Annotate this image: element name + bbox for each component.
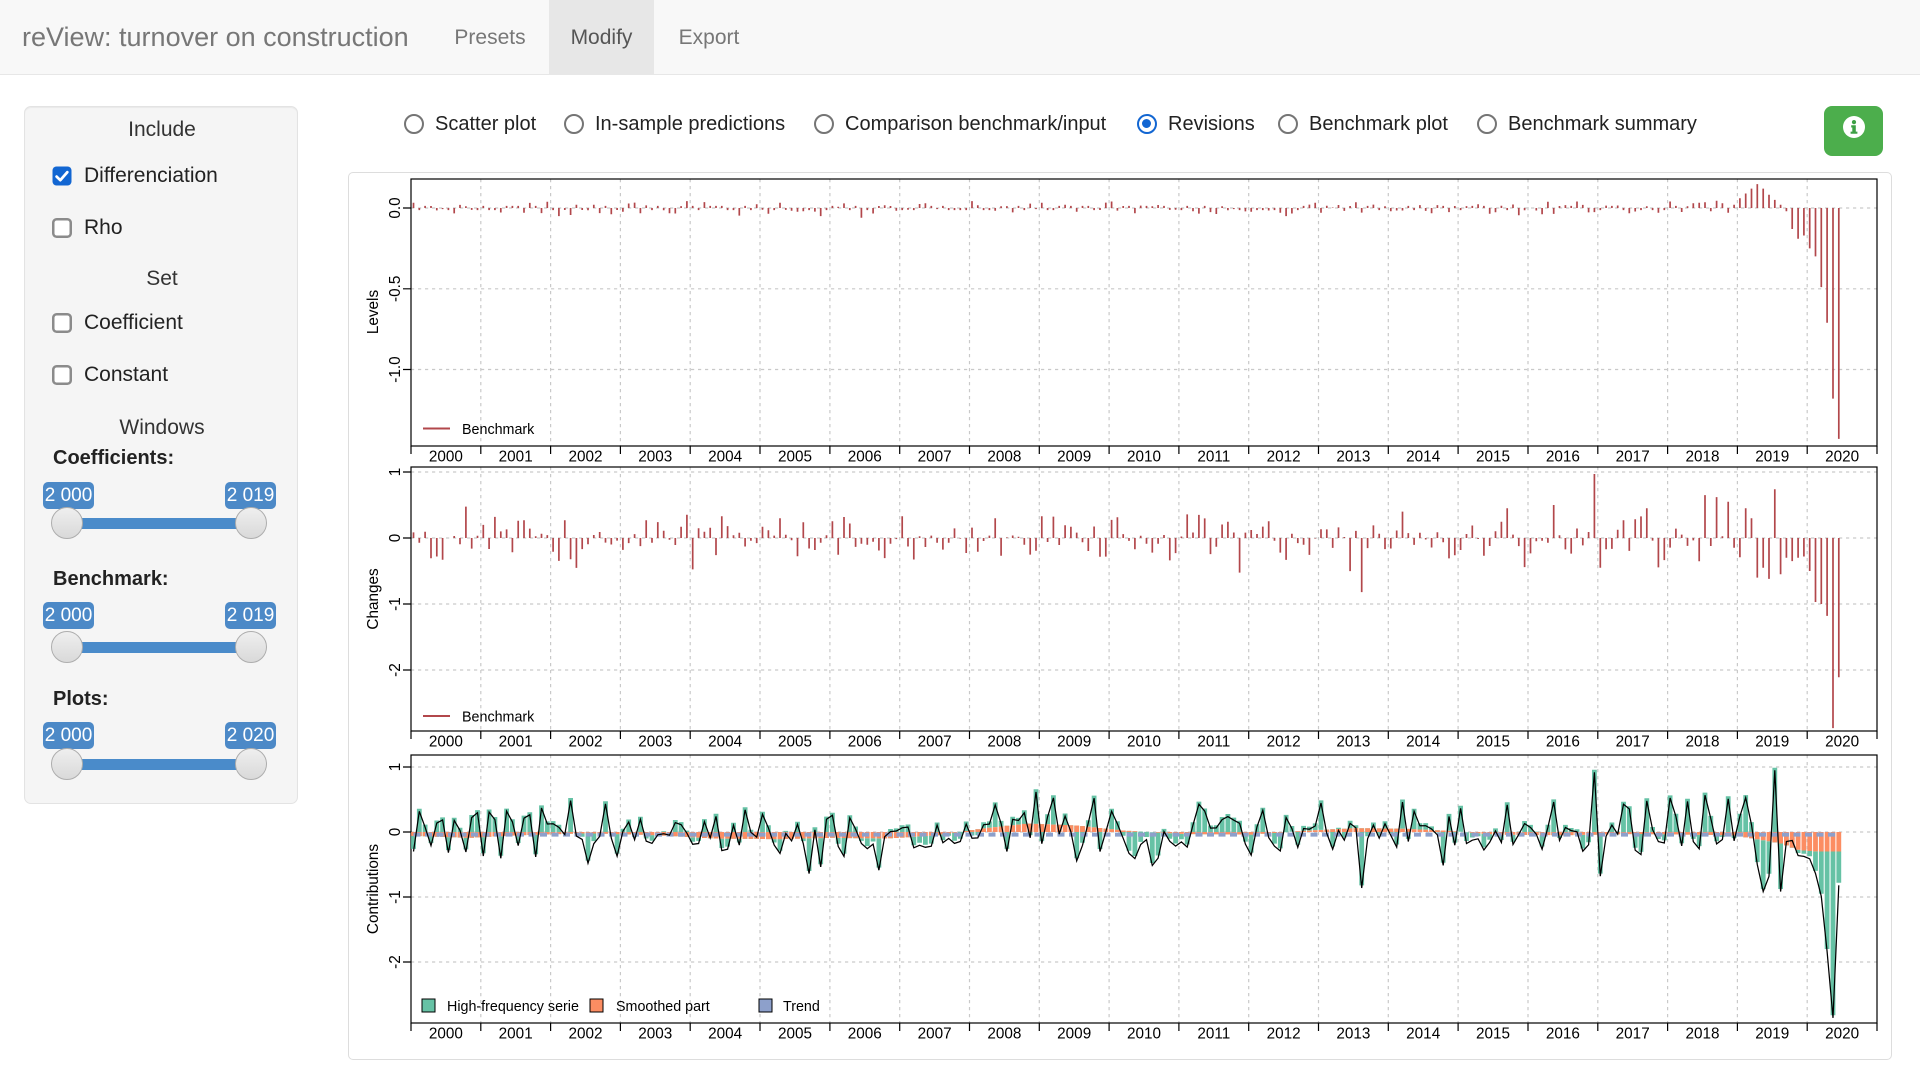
- svg-text:2008: 2008: [987, 734, 1021, 751]
- svg-text:2010: 2010: [1127, 1026, 1161, 1043]
- svg-text:2019: 2019: [1755, 1026, 1789, 1043]
- svg-text:-1: -1: [387, 890, 404, 904]
- svg-text:2018: 2018: [1685, 734, 1719, 751]
- svg-text:-1: -1: [387, 597, 404, 611]
- svg-text:2020: 2020: [1825, 449, 1859, 466]
- svg-text:2011: 2011: [1197, 1026, 1230, 1043]
- svg-text:-1.0: -1.0: [387, 356, 404, 382]
- svg-text:2019: 2019: [1755, 449, 1789, 466]
- svg-text:2010: 2010: [1127, 734, 1161, 751]
- svg-text:2020: 2020: [1825, 734, 1859, 751]
- svg-text:2014: 2014: [1406, 1026, 1441, 1043]
- svg-text:2013: 2013: [1336, 734, 1370, 751]
- svg-text:-2: -2: [387, 663, 404, 677]
- svg-text:-0.5: -0.5: [387, 276, 404, 302]
- svg-text:2017: 2017: [1616, 1026, 1650, 1043]
- svg-text:0: 0: [387, 828, 404, 837]
- svg-text:1: 1: [387, 468, 404, 477]
- svg-text:2013: 2013: [1336, 1026, 1370, 1043]
- svg-text:2007: 2007: [918, 734, 952, 751]
- svg-text:2006: 2006: [848, 1026, 882, 1043]
- svg-text:2000: 2000: [429, 1026, 463, 1043]
- svg-text:2010: 2010: [1127, 449, 1161, 466]
- svg-text:2017: 2017: [1616, 449, 1650, 466]
- svg-text:2005: 2005: [778, 449, 812, 466]
- svg-text:2014: 2014: [1406, 734, 1441, 751]
- svg-text:2020: 2020: [1825, 1026, 1859, 1043]
- svg-text:2011: 2011: [1197, 734, 1230, 751]
- svg-text:Trend: Trend: [783, 999, 820, 1015]
- svg-text:2011: 2011: [1197, 449, 1230, 466]
- svg-text:Smoothed part: Smoothed part: [616, 999, 710, 1015]
- svg-text:2002: 2002: [568, 449, 602, 466]
- svg-text:2017: 2017: [1616, 734, 1650, 751]
- svg-text:0: 0: [387, 534, 404, 543]
- svg-text:2012: 2012: [1267, 1026, 1301, 1043]
- svg-text:2006: 2006: [848, 449, 882, 466]
- svg-text:2005: 2005: [778, 734, 812, 751]
- svg-text:2001: 2001: [499, 1026, 533, 1043]
- svg-text:2013: 2013: [1336, 449, 1370, 466]
- svg-text:Benchmark: Benchmark: [462, 422, 535, 438]
- svg-text:2005: 2005: [778, 1026, 812, 1043]
- svg-text:-2: -2: [387, 955, 404, 969]
- svg-text:2007: 2007: [918, 1026, 952, 1043]
- svg-text:2003: 2003: [638, 449, 672, 466]
- svg-text:2000: 2000: [429, 449, 463, 466]
- svg-text:2006: 2006: [848, 734, 882, 751]
- svg-text:2009: 2009: [1057, 734, 1091, 751]
- svg-text:2012: 2012: [1267, 734, 1301, 751]
- svg-text:2014: 2014: [1406, 449, 1441, 466]
- svg-text:2016: 2016: [1546, 734, 1580, 751]
- svg-text:2007: 2007: [918, 449, 952, 466]
- svg-text:2018: 2018: [1685, 449, 1719, 466]
- svg-text:2003: 2003: [638, 1026, 672, 1043]
- svg-text:Levels: Levels: [365, 290, 382, 335]
- svg-text:2001: 2001: [499, 734, 533, 751]
- svg-text:2015: 2015: [1476, 449, 1510, 466]
- svg-text:2003: 2003: [638, 734, 672, 751]
- svg-text:2004: 2004: [708, 1026, 743, 1043]
- svg-text:Changes: Changes: [365, 568, 382, 630]
- svg-text:High-frequency serie: High-frequency serie: [447, 999, 579, 1015]
- svg-text:2019: 2019: [1755, 734, 1789, 751]
- svg-text:2002: 2002: [568, 1026, 602, 1043]
- svg-text:2015: 2015: [1476, 734, 1510, 751]
- svg-text:2009: 2009: [1057, 449, 1091, 466]
- svg-text:2018: 2018: [1685, 1026, 1719, 1043]
- svg-text:2002: 2002: [568, 734, 602, 751]
- svg-text:2008: 2008: [987, 1026, 1021, 1043]
- svg-text:1: 1: [387, 763, 404, 772]
- svg-text:2008: 2008: [987, 449, 1021, 466]
- svg-text:Benchmark: Benchmark: [462, 710, 535, 726]
- svg-text:0.0: 0.0: [387, 197, 404, 218]
- svg-text:Contributions: Contributions: [365, 844, 382, 934]
- svg-text:2009: 2009: [1057, 1026, 1091, 1043]
- svg-text:2016: 2016: [1546, 449, 1580, 466]
- svg-text:2015: 2015: [1476, 1026, 1510, 1043]
- svg-text:2000: 2000: [429, 734, 463, 751]
- svg-text:2012: 2012: [1267, 449, 1301, 466]
- svg-text:2004: 2004: [708, 734, 743, 751]
- svg-text:2016: 2016: [1546, 1026, 1580, 1043]
- svg-text:2004: 2004: [708, 449, 743, 466]
- svg-text:2001: 2001: [499, 449, 533, 466]
